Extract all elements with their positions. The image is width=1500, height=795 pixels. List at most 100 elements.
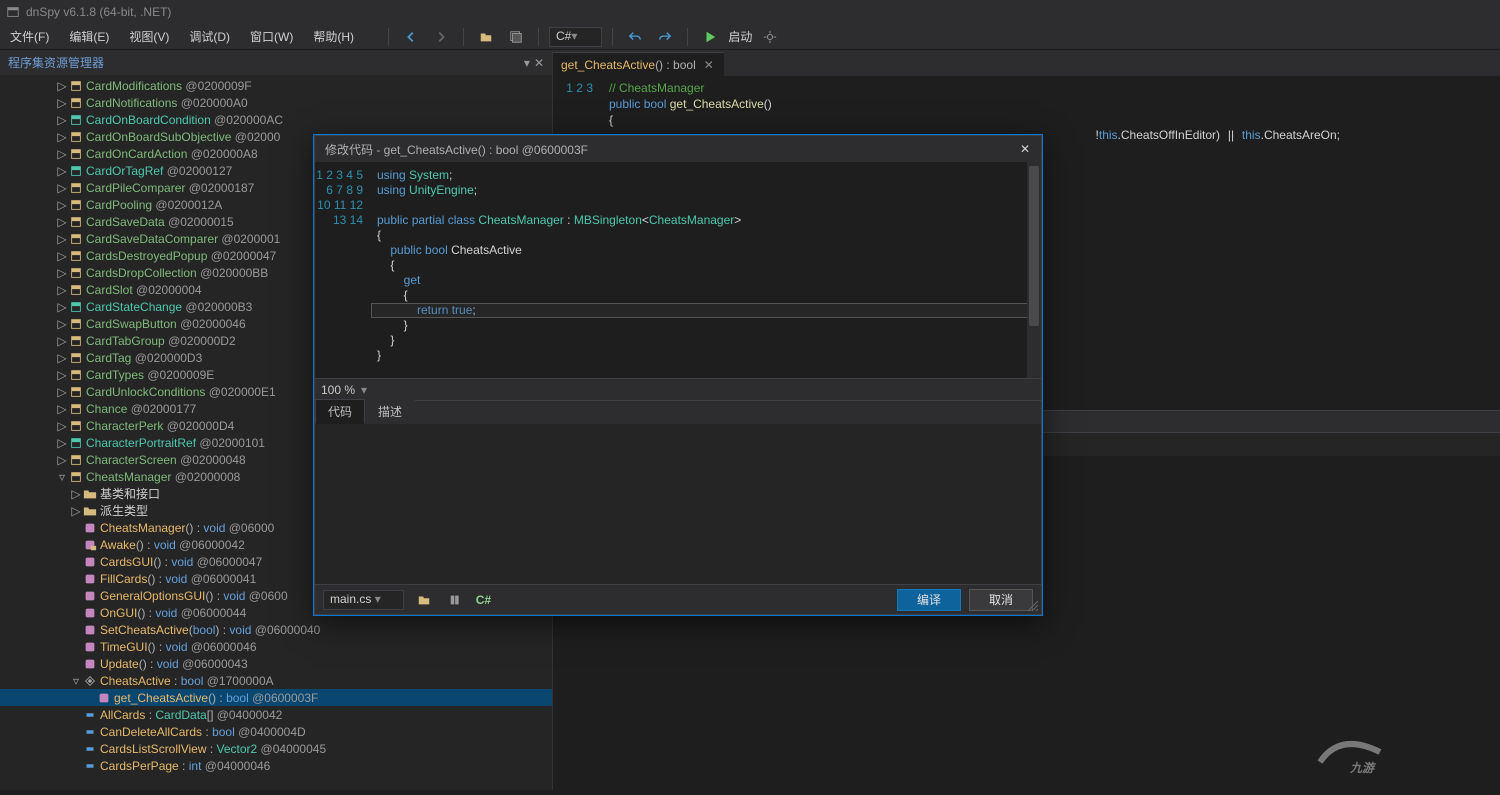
scrollbar-thumb[interactable] <box>1029 166 1039 326</box>
open-file-icon[interactable] <box>412 588 436 612</box>
tree-row[interactable]: ▿CheatsActive : bool @1700000A <box>0 672 552 689</box>
tree-label: GeneralOptionsGUI() : void @0600 <box>100 589 288 603</box>
dialog-output-area <box>315 424 1041 584</box>
dialog-zoom-label: 100 % <box>321 383 355 397</box>
dialog-titlebar[interactable]: 修改代码 - get_CheatsActive() : bool @060000… <box>315 136 1041 162</box>
dialog-zoom-bar: 100 % ▾ <box>315 378 1041 400</box>
editor-tabs: get_CheatsActive() : bool ✕ <box>553 50 1500 76</box>
meth-icon <box>82 571 98 587</box>
tree-label: CardStateChange @020000B3 <box>86 300 252 314</box>
tree-row[interactable]: ▷CardOnBoardCondition @020000AC <box>0 111 552 128</box>
struct-icon <box>68 435 84 451</box>
tree-label: CharacterPerk @020000D4 <box>86 419 234 433</box>
lock-icon <box>82 537 98 553</box>
tree-row[interactable]: TimeGUI() : void @06000046 <box>0 638 552 655</box>
folder-icon <box>82 486 98 502</box>
app-title: dnSpy v6.1.8 (64-bit, .NET) <box>26 5 171 19</box>
nav-back-icon[interactable] <box>399 25 423 49</box>
menu-item[interactable]: 调试(D) <box>179 24 240 49</box>
undo-icon[interactable] <box>623 25 647 49</box>
prop-icon <box>82 673 98 689</box>
tree-label: 基类和接口 <box>100 485 160 502</box>
csharp-label: C# <box>476 593 491 607</box>
tree-row[interactable]: ▷CardModifications @0200009F <box>0 77 552 94</box>
tree-label: CharacterPortraitRef @02000101 <box>86 436 265 450</box>
meth-icon <box>82 656 98 672</box>
tree-label: CardOnBoardCondition @020000AC <box>86 113 283 127</box>
cancel-button[interactable]: 取消 <box>969 589 1033 611</box>
tree-label: CardModifications @0200009F <box>86 79 252 93</box>
tree-label: CheatsActive : bool @1700000A <box>100 674 274 688</box>
tree-row[interactable]: Update() : void @06000043 <box>0 655 552 672</box>
cls-icon <box>68 78 84 94</box>
dialog-scrollbar[interactable] <box>1027 162 1041 378</box>
menu-item[interactable]: 窗口(W) <box>240 24 303 49</box>
tree-label: CanDeleteAllCards : bool @0400004D <box>100 725 306 739</box>
dialog-gutter: 1 2 3 4 5 6 7 8 9 10 11 12 13 14 <box>315 162 371 378</box>
dialog-bottom-bar: main.cs ▾ C# 编译 取消 <box>315 584 1041 614</box>
start-label[interactable]: 启动 <box>728 28 752 45</box>
tree-row[interactable]: CanDeleteAllCards : bool @0400004D <box>0 723 552 740</box>
compile-button[interactable]: 编译 <box>897 589 961 611</box>
cls-icon <box>68 418 84 434</box>
tree-label: OnGUI() : void @06000044 <box>100 606 246 620</box>
tree-row[interactable]: AllCards : CardData[] @04000042 <box>0 706 552 723</box>
tree-label: CardOrTagRef @02000127 <box>86 164 232 178</box>
cls-icon <box>68 282 84 298</box>
cls-icon <box>68 367 84 383</box>
tree-row[interactable]: get_CheatsActive() : bool @0600003F <box>0 689 552 706</box>
cls-icon <box>68 350 84 366</box>
tree-label: CheatsManager @02000008 <box>86 470 240 484</box>
file-select[interactable]: main.cs ▾ <box>323 590 404 610</box>
dialog-tab-description[interactable]: 描述 <box>365 399 415 424</box>
tree-row[interactable]: ▷CardNotifications @020000A0 <box>0 94 552 111</box>
menu-item[interactable]: 视图(V) <box>119 24 179 49</box>
cls-icon <box>68 146 84 162</box>
menu-item[interactable]: 文件(F) <box>0 24 59 49</box>
cls-icon <box>68 469 84 485</box>
meth-icon <box>82 554 98 570</box>
editor-tab[interactable]: get_CheatsActive() : bool ✕ <box>553 52 724 76</box>
zoom-dropdown-icon[interactable]: ▾ <box>361 383 367 397</box>
start-icon[interactable] <box>698 25 722 49</box>
tree-row[interactable]: SetCheatsActive(bool) : void @06000040 <box>0 621 552 638</box>
tree-label: CardTag @020000D3 <box>86 351 202 365</box>
resize-grip-icon[interactable] <box>1027 600 1039 612</box>
menu-item[interactable]: 编辑(E) <box>59 24 119 49</box>
panel-close-icon[interactable]: ✕ <box>534 56 544 70</box>
dialog-close-icon[interactable]: ✕ <box>1015 139 1035 159</box>
open-icon[interactable] <box>474 25 498 49</box>
tree-label: 派生类型 <box>100 502 148 519</box>
settings-icon[interactable] <box>758 25 782 49</box>
meth-icon <box>82 639 98 655</box>
field-icon <box>82 724 98 740</box>
tab-close-icon[interactable]: ✕ <box>702 58 716 72</box>
tree-label: FillCards() : void @06000041 <box>100 572 256 586</box>
tree-row[interactable]: CardsListScrollView : Vector2 @04000045 <box>0 740 552 757</box>
cls-icon <box>68 265 84 281</box>
tree-label: CardsDestroyedPopup @02000047 <box>86 249 276 263</box>
redo-icon[interactable] <box>653 25 677 49</box>
tree-row[interactable]: CardsPerPage : int @04000046 <box>0 757 552 774</box>
menu-item[interactable]: 帮助(H) <box>303 24 364 49</box>
language-select[interactable]: C# ▾ <box>549 27 602 47</box>
nav-forward-icon[interactable] <box>429 25 453 49</box>
cls-icon <box>68 401 84 417</box>
titlebar: dnSpy v6.1.8 (64-bit, .NET) <box>0 0 1500 24</box>
tree-label: AllCards : CardData[] @04000042 <box>100 708 282 722</box>
panel-dropdown-icon[interactable]: ▾ <box>524 56 530 70</box>
tree-label: CardsPerPage : int @04000046 <box>100 759 270 773</box>
svg-text:九游: 九游 <box>1349 761 1376 775</box>
cls-icon <box>68 333 84 349</box>
dialog-code-body[interactable]: using System; using UnityEngine; public … <box>371 162 1041 378</box>
tree-label: Awake() : void @06000042 <box>100 538 245 552</box>
struct-icon <box>68 163 84 179</box>
save-all-icon[interactable] <box>504 25 528 49</box>
columns-icon[interactable] <box>444 588 468 612</box>
field-icon <box>82 707 98 723</box>
field-icon <box>82 741 98 757</box>
cls-icon <box>68 384 84 400</box>
dialog-code-editor[interactable]: 1 2 3 4 5 6 7 8 9 10 11 12 13 14 using S… <box>315 162 1041 378</box>
dialog-tab-code[interactable]: 代码 <box>315 399 365 424</box>
struct-icon <box>68 299 84 315</box>
